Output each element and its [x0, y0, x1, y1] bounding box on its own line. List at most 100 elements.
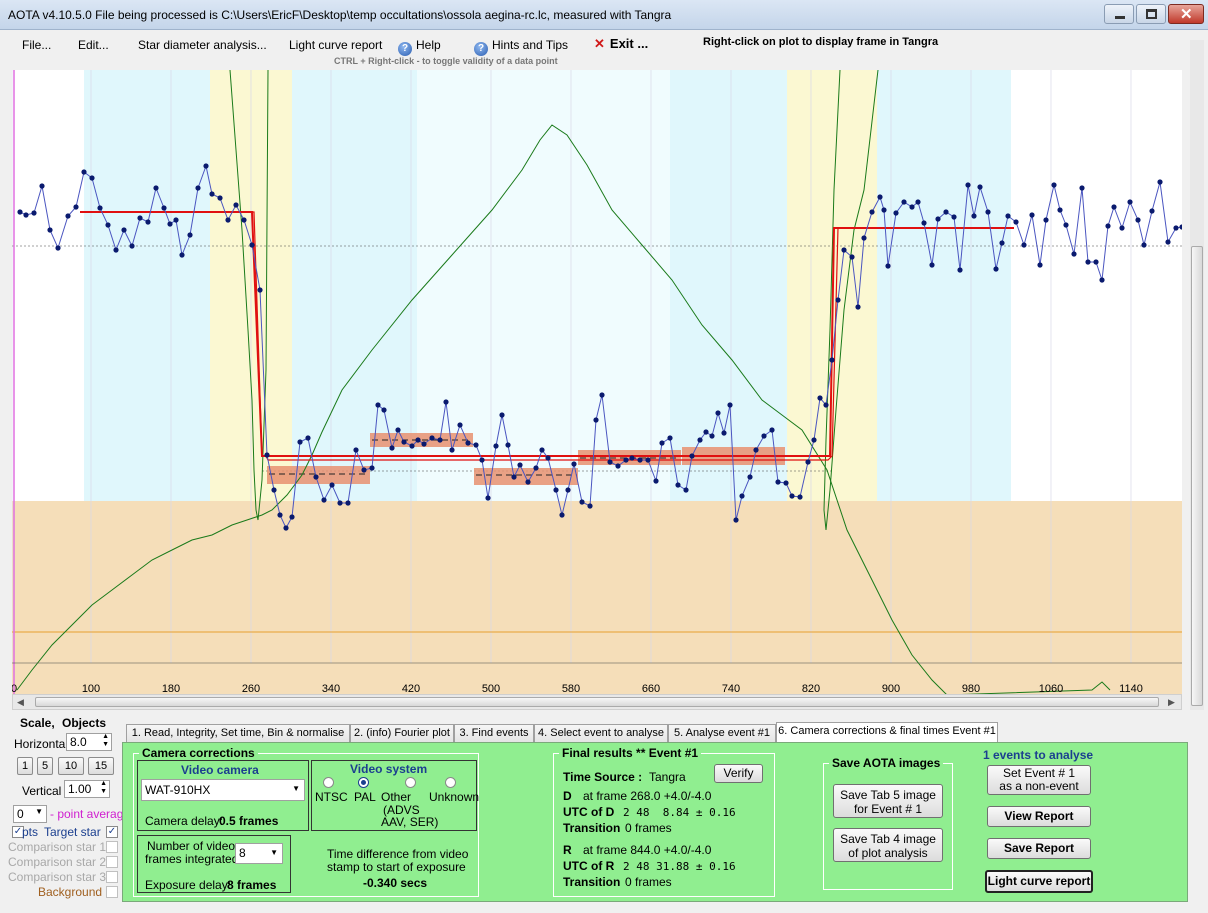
- data-point[interactable]: [321, 497, 327, 503]
- data-point[interactable]: [709, 433, 715, 439]
- data-point[interactable]: [999, 240, 1005, 246]
- data-point[interactable]: [977, 184, 983, 190]
- zoom-15-button[interactable]: 15: [88, 757, 114, 775]
- data-point[interactable]: [993, 266, 999, 272]
- data-point[interactable]: [849, 254, 855, 260]
- pal-radio[interactable]: [358, 777, 369, 788]
- menu-file[interactable]: File...: [22, 38, 51, 52]
- data-point[interactable]: [113, 247, 119, 253]
- data-point[interactable]: [105, 222, 111, 228]
- data-point[interactable]: [797, 494, 803, 500]
- data-point[interactable]: [1037, 262, 1043, 268]
- data-point[interactable]: [901, 199, 907, 205]
- data-point[interactable]: [783, 480, 789, 486]
- save-report-button[interactable]: Save Report: [987, 838, 1091, 859]
- data-point[interactable]: [935, 216, 941, 222]
- data-point[interactable]: [283, 525, 289, 531]
- data-point[interactable]: [675, 482, 681, 488]
- data-point[interactable]: [1029, 212, 1035, 218]
- data-point[interactable]: [457, 422, 463, 428]
- data-point[interactable]: [429, 435, 435, 441]
- data-point[interactable]: [23, 212, 29, 218]
- data-point[interactable]: [473, 442, 479, 448]
- tab-fourier-plot[interactable]: 2. (info) Fourier plot: [350, 724, 454, 743]
- tab-camera-corrections[interactable]: 6. Camera corrections & final times Even…: [776, 722, 998, 743]
- data-point[interactable]: [653, 478, 659, 484]
- data-point[interactable]: [753, 447, 759, 453]
- data-point[interactable]: [739, 493, 745, 499]
- data-point[interactable]: [449, 447, 455, 453]
- data-point[interactable]: [615, 463, 621, 469]
- camera-model-select[interactable]: WAT-910HX ▼: [141, 779, 305, 801]
- data-point[interactable]: [499, 412, 505, 418]
- menu-light-curve-report[interactable]: Light curve report: [289, 38, 382, 52]
- tab-read-integrity[interactable]: 1. Read, Integrity, Set time, Bin & norm…: [126, 724, 350, 743]
- data-point[interactable]: [233, 202, 239, 208]
- other-radio[interactable]: [405, 777, 416, 788]
- comparison-1-checkbox[interactable]: [106, 841, 118, 853]
- data-point[interactable]: [277, 512, 283, 518]
- data-point[interactable]: [305, 435, 311, 441]
- spin-icon[interactable]: ▲ ▼: [100, 780, 107, 796]
- menu-help[interactable]: ? Help: [398, 38, 441, 56]
- data-point[interactable]: [1165, 239, 1171, 245]
- data-point[interactable]: [885, 263, 891, 269]
- data-point[interactable]: [637, 457, 643, 463]
- data-point[interactable]: [1119, 225, 1125, 231]
- zoom-1-button[interactable]: 1: [17, 757, 33, 775]
- frames-integrated-select[interactable]: 8 ▼: [235, 843, 283, 864]
- data-point[interactable]: [167, 221, 173, 227]
- data-point[interactable]: [97, 205, 103, 211]
- data-point[interactable]: [361, 467, 367, 473]
- data-point[interactable]: [965, 182, 971, 188]
- data-point[interactable]: [861, 235, 867, 241]
- data-point[interactable]: [353, 447, 359, 453]
- horizontal-scrollbar[interactable]: ◀ ▶: [12, 694, 1182, 710]
- data-point[interactable]: [153, 185, 159, 191]
- ntsc-radio[interactable]: [323, 777, 334, 788]
- data-point[interactable]: [533, 465, 539, 471]
- data-point[interactable]: [985, 209, 991, 215]
- data-point[interactable]: [841, 247, 847, 253]
- verify-button[interactable]: Verify: [714, 764, 763, 783]
- data-point[interactable]: [929, 262, 935, 268]
- data-point[interactable]: [209, 191, 215, 197]
- data-point[interactable]: [909, 204, 915, 210]
- data-point[interactable]: [1013, 219, 1019, 225]
- tab-select-event[interactable]: 4. Select event to analyse: [534, 724, 668, 743]
- data-point[interactable]: [645, 457, 651, 463]
- maximize-button[interactable]: [1136, 4, 1166, 24]
- data-point[interactable]: [375, 402, 381, 408]
- menu-edit[interactable]: Edit...: [78, 38, 109, 52]
- close-window-button[interactable]: ✕: [1168, 4, 1204, 24]
- data-point[interactable]: [1127, 199, 1133, 205]
- data-point[interactable]: [769, 427, 775, 433]
- data-point[interactable]: [249, 242, 255, 248]
- data-point[interactable]: [715, 410, 721, 416]
- data-point[interactable]: [337, 500, 343, 506]
- data-point[interactable]: [607, 459, 613, 465]
- data-point[interactable]: [747, 474, 753, 480]
- data-point[interactable]: [39, 183, 45, 189]
- data-point[interactable]: [289, 514, 295, 520]
- data-point[interactable]: [511, 474, 517, 480]
- save-tab5-button[interactable]: Save Tab 5 image for Event # 1: [833, 784, 943, 818]
- scroll-right-icon[interactable]: ▶: [1168, 697, 1175, 708]
- scroll-thumb[interactable]: [35, 697, 1159, 707]
- data-point[interactable]: [683, 487, 689, 493]
- data-point[interactable]: [1111, 204, 1117, 210]
- data-point[interactable]: [623, 457, 629, 463]
- comparison-3-checkbox[interactable]: [106, 871, 118, 883]
- data-point[interactable]: [1173, 225, 1179, 231]
- tab-find-events[interactable]: 3. Find events: [454, 724, 534, 743]
- menu-exit[interactable]: ✕ Exit ...: [594, 36, 648, 52]
- data-point[interactable]: [629, 455, 635, 461]
- data-point[interactable]: [203, 163, 209, 169]
- data-point[interactable]: [493, 443, 499, 449]
- data-point[interactable]: [89, 175, 95, 181]
- minimize-button[interactable]: [1104, 4, 1134, 24]
- data-point[interactable]: [421, 441, 427, 447]
- data-point[interactable]: [1105, 223, 1111, 229]
- data-point[interactable]: [389, 445, 395, 451]
- data-point[interactable]: [395, 427, 401, 433]
